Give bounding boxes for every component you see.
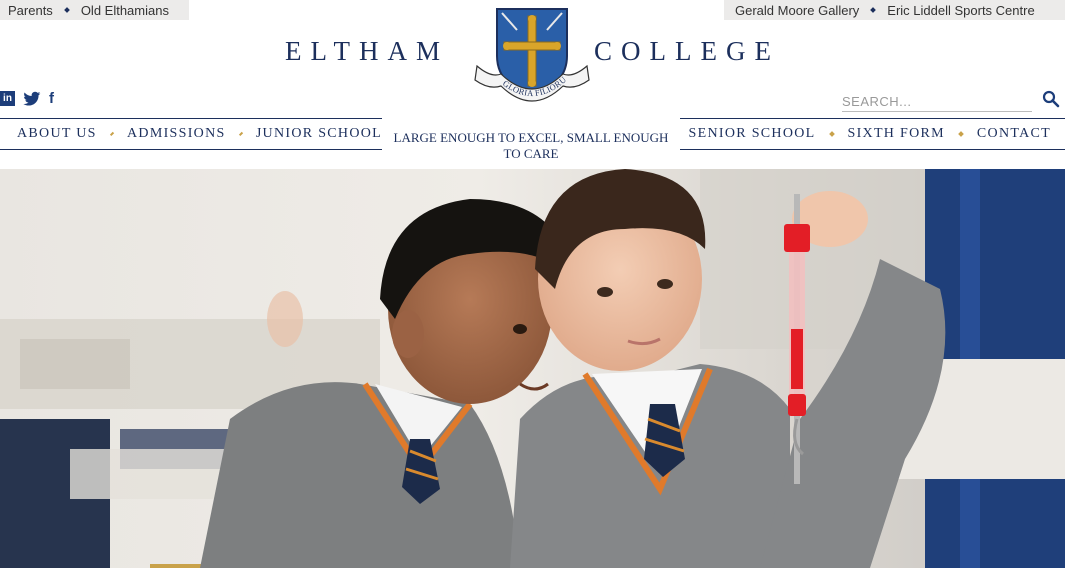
facebook-icon[interactable]: f (49, 90, 54, 107)
nav-separator (828, 131, 835, 137)
utility-link-gallery[interactable]: Gerald Moore Gallery (735, 3, 859, 18)
utility-bar-right: Gerald Moore Gallery Eric Liddell Sports… (724, 0, 1065, 20)
nav-item-sixth-form[interactable]: SIXTH FORM (848, 126, 945, 142)
nav-separator (238, 131, 243, 137)
main-nav-left: ABOUT US ADMISSIONS JUNIOR SCHOOL (0, 118, 382, 150)
brand-word-eltham[interactable]: ELTHAM (285, 36, 449, 67)
utility-link-old-elthamians[interactable]: Old Elthamians (81, 3, 169, 18)
nav-item-about-us[interactable]: ABOUT US (17, 126, 97, 142)
search-input[interactable] (842, 91, 1032, 112)
utility-link-sports-centre[interactable]: Eric Liddell Sports Centre (887, 3, 1034, 18)
nav-separator (958, 131, 964, 137)
nav-item-contact[interactable]: CONTACT (977, 126, 1051, 142)
nav-item-senior-school[interactable]: SENIOR SCHOOL (689, 126, 816, 142)
nav-item-admissions[interactable]: ADMISSIONS (127, 126, 226, 142)
utility-separator (63, 7, 70, 13)
twitter-icon[interactable] (23, 91, 41, 107)
nav-item-junior-school[interactable]: JUNIOR SCHOOL (256, 126, 382, 142)
social-links: in f (0, 90, 54, 107)
linkedin-icon[interactable]: in (0, 91, 15, 106)
utility-link-parents[interactable]: Parents (8, 3, 53, 18)
search-icon[interactable] (1042, 90, 1060, 108)
main-nav-right: SENIOR SCHOOL SIXTH FORM CONTACT (680, 118, 1065, 150)
hero-image (0, 169, 1065, 568)
utility-bar-left: Parents Old Elthamians (0, 0, 189, 20)
utility-separator (870, 7, 877, 13)
school-tagline: LARGE ENOUGH TO EXCEL, SMALL ENOUGH TO C… (393, 130, 669, 161)
hero-photo-illustration (0, 169, 1065, 568)
nav-separator (109, 131, 115, 137)
school-crest-icon[interactable]: GLORIA FILIORUM PATRES (471, 6, 593, 114)
brand-word-college[interactable]: COLLEGE (594, 36, 780, 67)
